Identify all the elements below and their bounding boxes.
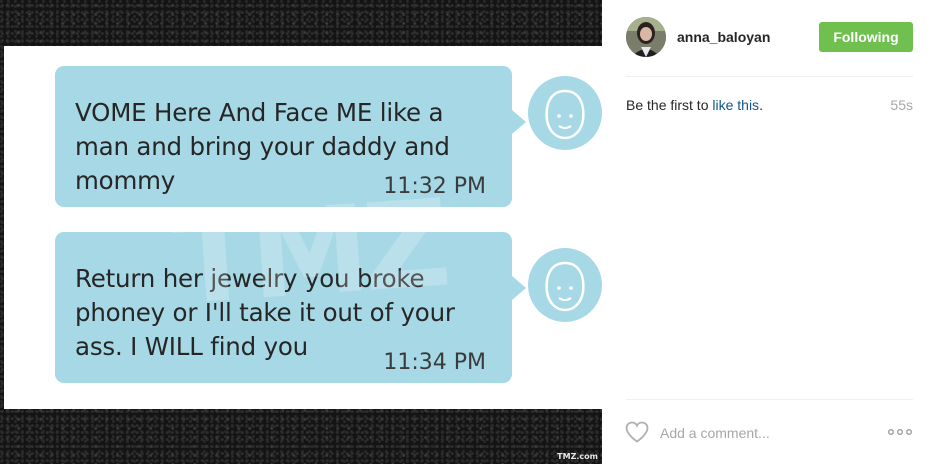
avatar[interactable] [626,17,666,57]
post-timestamp: 55s [890,97,913,113]
username-link[interactable]: anna_baloyan [677,29,770,45]
comment-input[interactable] [658,420,862,446]
message-time: 11:34 PM [383,350,486,375]
message-bubble: VOME Here And Face ME like a man and bri… [55,66,526,207]
post-image: VOME Here And Face ME like a man and bri… [0,0,602,464]
divider [626,76,913,77]
message-bubble: Return her jewelry you broke phoney or I… [55,232,526,383]
more-options-icon[interactable] [886,425,914,439]
like-this-link[interactable]: like this [712,97,759,113]
heart-icon[interactable] [624,420,650,444]
following-button[interactable]: Following [819,22,913,52]
contact-avatar-icon [528,248,602,322]
divider [626,399,913,400]
likes-prefix: Be the first to [626,97,713,113]
text-message-screenshot: VOME Here And Face ME like a man and bri… [4,46,602,409]
message-text: Return her jewelry you broke phoney or I… [75,264,455,361]
image-credit: TMZ.com [557,452,598,461]
contact-avatar-icon [528,76,602,150]
likes-suffix: . [759,97,763,113]
post-sidebar: anna_baloyan Following Be the first to l… [602,0,937,464]
message-time: 11:32 PM [383,174,486,199]
likes-text: Be the first to like this. [626,97,763,113]
